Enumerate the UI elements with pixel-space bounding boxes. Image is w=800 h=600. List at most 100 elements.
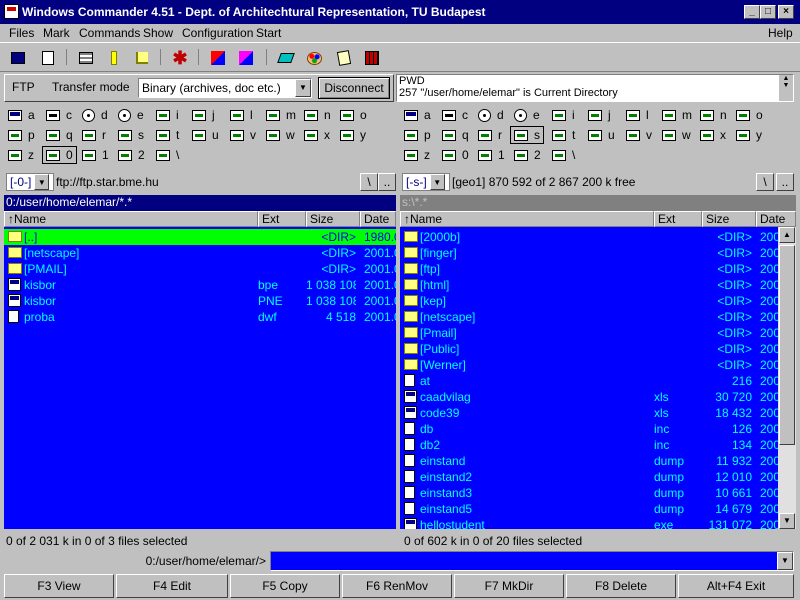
menu-files[interactable]: Files (9, 25, 34, 41)
menu-mark[interactable]: Mark (43, 25, 70, 41)
tree-icon[interactable] (132, 48, 152, 68)
drive-ftp-1[interactable]: 1 (478, 146, 505, 164)
menu-start[interactable]: Start (256, 25, 281, 41)
drive-c[interactable]: c (442, 106, 468, 124)
close-button[interactable]: × (778, 5, 794, 19)
f7-mkdir-button[interactable]: F7 MkDir (454, 574, 564, 598)
menu-show[interactable]: Show (143, 25, 173, 41)
file-row[interactable]: [PMAIL] <DIR> 2001.0 (4, 261, 396, 277)
drive-v[interactable]: v (626, 126, 652, 144)
file-row[interactable]: [Werner] <DIR> 200 (400, 357, 778, 373)
f8-delete-button[interactable]: F8 Delete (566, 574, 676, 598)
file-row[interactable]: [netscape] <DIR> 2001.0 (4, 245, 396, 261)
drive-i[interactable]: i (552, 106, 575, 124)
chevron-down-icon[interactable]: ▼ (777, 552, 793, 570)
drive-d[interactable]: d (478, 106, 504, 124)
scroll-down-icon[interactable]: ▼ (779, 513, 795, 529)
f6-renmov-button[interactable]: F6 RenMov (342, 574, 452, 598)
drive-ftp-1[interactable]: 1 (82, 146, 109, 164)
file-row[interactable]: einstand dump 11 932 200 (400, 453, 778, 469)
file-row[interactable]: einstand3 dump 10 661 200 (400, 485, 778, 501)
exit-button[interactable]: Alt+F4 Exit (678, 574, 794, 598)
drive-s[interactable]: s (510, 126, 544, 144)
brief-view-icon[interactable] (76, 48, 96, 68)
refresh-icon[interactable] (8, 48, 28, 68)
drive-ftp-2[interactable]: 2 (118, 146, 145, 164)
scroll-up-icon[interactable]: ▲ (779, 227, 795, 243)
drive-n[interactable]: n (304, 106, 331, 124)
file-row[interactable]: kisbor bpe 1 038 108 2001.0 (4, 277, 396, 293)
menu-help[interactable]: Help (768, 25, 793, 41)
drive-j[interactable]: j (588, 106, 611, 124)
drive-q[interactable]: q (46, 126, 73, 144)
col-name[interactable]: ↑Name (400, 211, 654, 227)
file-row[interactable]: [Pmail] <DIR> 200 (400, 325, 778, 341)
command-line-input[interactable]: ▼ (270, 551, 794, 571)
drive-v[interactable]: v (230, 126, 256, 144)
drive-q[interactable]: q (442, 126, 469, 144)
file-row[interactable]: [ftp] <DIR> 200 (400, 261, 778, 277)
file-row[interactable]: db inc 126 200 (400, 421, 778, 437)
drive-network-neighborhood[interactable]: \ (156, 146, 179, 164)
drive-p[interactable]: p (404, 126, 431, 144)
drive-j[interactable]: j (192, 106, 215, 124)
ftp-disconnect-icon[interactable] (236, 48, 256, 68)
col-date[interactable]: Date (360, 211, 396, 227)
drive-n[interactable]: n (700, 106, 727, 124)
drive-c[interactable]: c (46, 106, 72, 124)
chevron-down-icon[interactable]: ▼ (295, 79, 311, 97)
f3-view-button[interactable]: F3 View (4, 574, 114, 598)
disconnect-button[interactable]: Disconnect (318, 77, 390, 99)
col-size[interactable]: Size (702, 211, 756, 227)
palette-icon[interactable] (304, 48, 324, 68)
app-icon[interactable] (4, 4, 19, 19)
drive-x[interactable]: x (700, 126, 726, 144)
drive-o[interactable]: o (736, 106, 763, 124)
full-view-icon[interactable] (104, 48, 124, 68)
drive-l[interactable]: l (626, 106, 649, 124)
drive-t[interactable]: t (552, 126, 575, 144)
multi-rename-icon[interactable] (362, 48, 382, 68)
drive-t[interactable]: t (156, 126, 179, 144)
file-row[interactable]: hellostudent exe 131 072 200 (400, 517, 778, 529)
drive-ftp-2[interactable]: 2 (514, 146, 541, 164)
menu-configuration[interactable]: Configuration (182, 25, 253, 41)
left-up-button[interactable]: .. (378, 173, 396, 191)
drive-e[interactable]: e (514, 106, 540, 124)
col-ext[interactable]: Ext (258, 211, 306, 227)
file-row[interactable]: kisbor PNE 1 038 108 2001.0 (4, 293, 396, 309)
drive-y[interactable]: y (340, 126, 366, 144)
maximize-button[interactable]: □ (760, 5, 776, 19)
drive-o[interactable]: o (340, 106, 367, 124)
star-icon[interactable]: ✱ (170, 48, 190, 68)
file-row[interactable]: [..] <DIR> 1980.0 (4, 229, 396, 245)
scroll-thumb[interactable] (779, 245, 795, 445)
chevron-down-icon[interactable]: ▼ (429, 174, 445, 190)
col-name[interactable]: ↑Name (4, 211, 258, 227)
drive-u[interactable]: u (588, 126, 615, 144)
col-ext[interactable]: Ext (654, 211, 702, 227)
ftp-connect-icon[interactable] (208, 48, 228, 68)
file-row[interactable]: code39 xls 18 432 200 (400, 405, 778, 421)
drive-network-neighborhood[interactable]: \ (552, 146, 575, 164)
drive-z[interactable]: z (404, 146, 430, 164)
menu-commands[interactable]: Commands (79, 25, 140, 41)
drive-m[interactable]: m (662, 106, 692, 124)
drive-e[interactable]: e (118, 106, 144, 124)
right-file-list[interactable]: [2000b] <DIR> 200 [finger] <DIR> 200 [ftp] <DIR… (400, 227, 778, 529)
drive-ftp-0[interactable]: 0 (42, 146, 77, 164)
f4-edit-button[interactable]: F4 Edit (116, 574, 228, 598)
notepad-icon[interactable] (334, 48, 354, 68)
right-drive-dropdown[interactable]: [-s-] ▼ (402, 173, 450, 191)
file-row[interactable]: [netscape] <DIR> 200 (400, 309, 778, 325)
drive-u[interactable]: u (192, 126, 219, 144)
file-row[interactable]: einstand5 dump 14 679 200 (400, 501, 778, 517)
file-row[interactable]: einstand2 dump 12 010 200 (400, 469, 778, 485)
drive-w[interactable]: w (662, 126, 691, 144)
drive-ftp-0[interactable]: 0 (442, 146, 469, 164)
minimize-button[interactable]: _ (744, 5, 760, 19)
file-row[interactable]: db2 inc 134 200 (400, 437, 778, 453)
transfer-mode-select[interactable]: Binary (archives, doc etc.) ▼ (138, 78, 312, 98)
drive-m[interactable]: m (266, 106, 296, 124)
drive-i[interactable]: i (156, 106, 179, 124)
